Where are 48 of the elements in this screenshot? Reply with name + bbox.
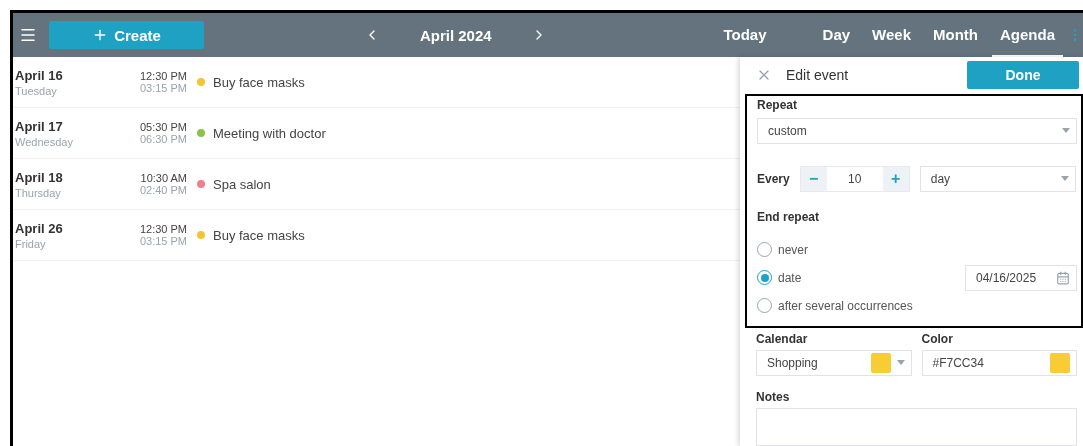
view-tab[interactable]: Month — [925, 13, 986, 57]
caret-icon — [1062, 128, 1070, 133]
end-date-field[interactable]: 04/16/2025 — [965, 264, 1077, 291]
agenda-weekday: Thursday — [15, 186, 62, 199]
end-time: 06:30 PM — [139, 133, 187, 145]
agenda-weekday: Tuesday — [15, 84, 58, 97]
event-title[interactable]: Buy face masks — [213, 74, 305, 90]
caret-icon — [1060, 176, 1069, 181]
agenda-date: April 17 — [15, 118, 64, 134]
radio-label[interactable]: after several occurrences — [778, 298, 1077, 313]
start-time: 10:30 AM — [140, 172, 187, 184]
start-time: 12:30 PM — [139, 223, 187, 235]
color-swatch — [1050, 352, 1070, 373]
start-time: 05:30 PM — [139, 121, 187, 133]
end-time: 03:15 PM — [139, 235, 187, 247]
today-button[interactable]: Today — [715, 13, 775, 57]
radio-label[interactable]: date — [778, 270, 959, 285]
every-label: Every — [757, 171, 790, 186]
calendar-icon[interactable] — [1056, 270, 1070, 285]
agenda-date: April 26 — [15, 220, 64, 236]
view-tab[interactable]: Week — [864, 13, 919, 57]
period-title: April 2024 — [418, 26, 493, 44]
calendar-label: Calendar — [756, 331, 809, 346]
color-field[interactable]: #F7CC34 — [921, 349, 1077, 376]
unit-select[interactable]: day — [919, 165, 1076, 192]
calendar-select[interactable]: Shopping — [756, 349, 912, 376]
view-tab[interactable]: Day — [814, 13, 859, 57]
repeat-select[interactable]: custom — [757, 117, 1077, 144]
event-title[interactable]: Spa salon — [213, 176, 271, 192]
end-time: 02:40 PM — [139, 184, 187, 196]
start-time: 12:30 PM — [139, 70, 187, 82]
end-time: 03:15 PM — [139, 82, 187, 94]
panel-title: Edit event — [786, 67, 850, 84]
notes-field[interactable] — [756, 407, 1077, 446]
end-repeat-label: End repeat — [757, 209, 820, 224]
notes-label: Notes — [756, 389, 791, 404]
caret-icon — [896, 360, 905, 365]
count-value: 10 — [847, 171, 863, 186]
color-label: Color — [921, 331, 954, 346]
agenda-weekday: Friday — [15, 237, 47, 250]
agenda-date: April 18 — [15, 169, 64, 185]
repeat-label: Repeat — [757, 97, 798, 112]
agenda-date: April 16 — [15, 67, 64, 83]
event-title[interactable]: Meeting with doctor — [213, 125, 326, 141]
agenda-weekday: Wednesday — [15, 135, 74, 148]
radio-label[interactable]: never — [778, 242, 1077, 257]
menu-icon[interactable] — [19, 26, 37, 44]
event-title[interactable]: Buy face masks — [213, 227, 305, 243]
